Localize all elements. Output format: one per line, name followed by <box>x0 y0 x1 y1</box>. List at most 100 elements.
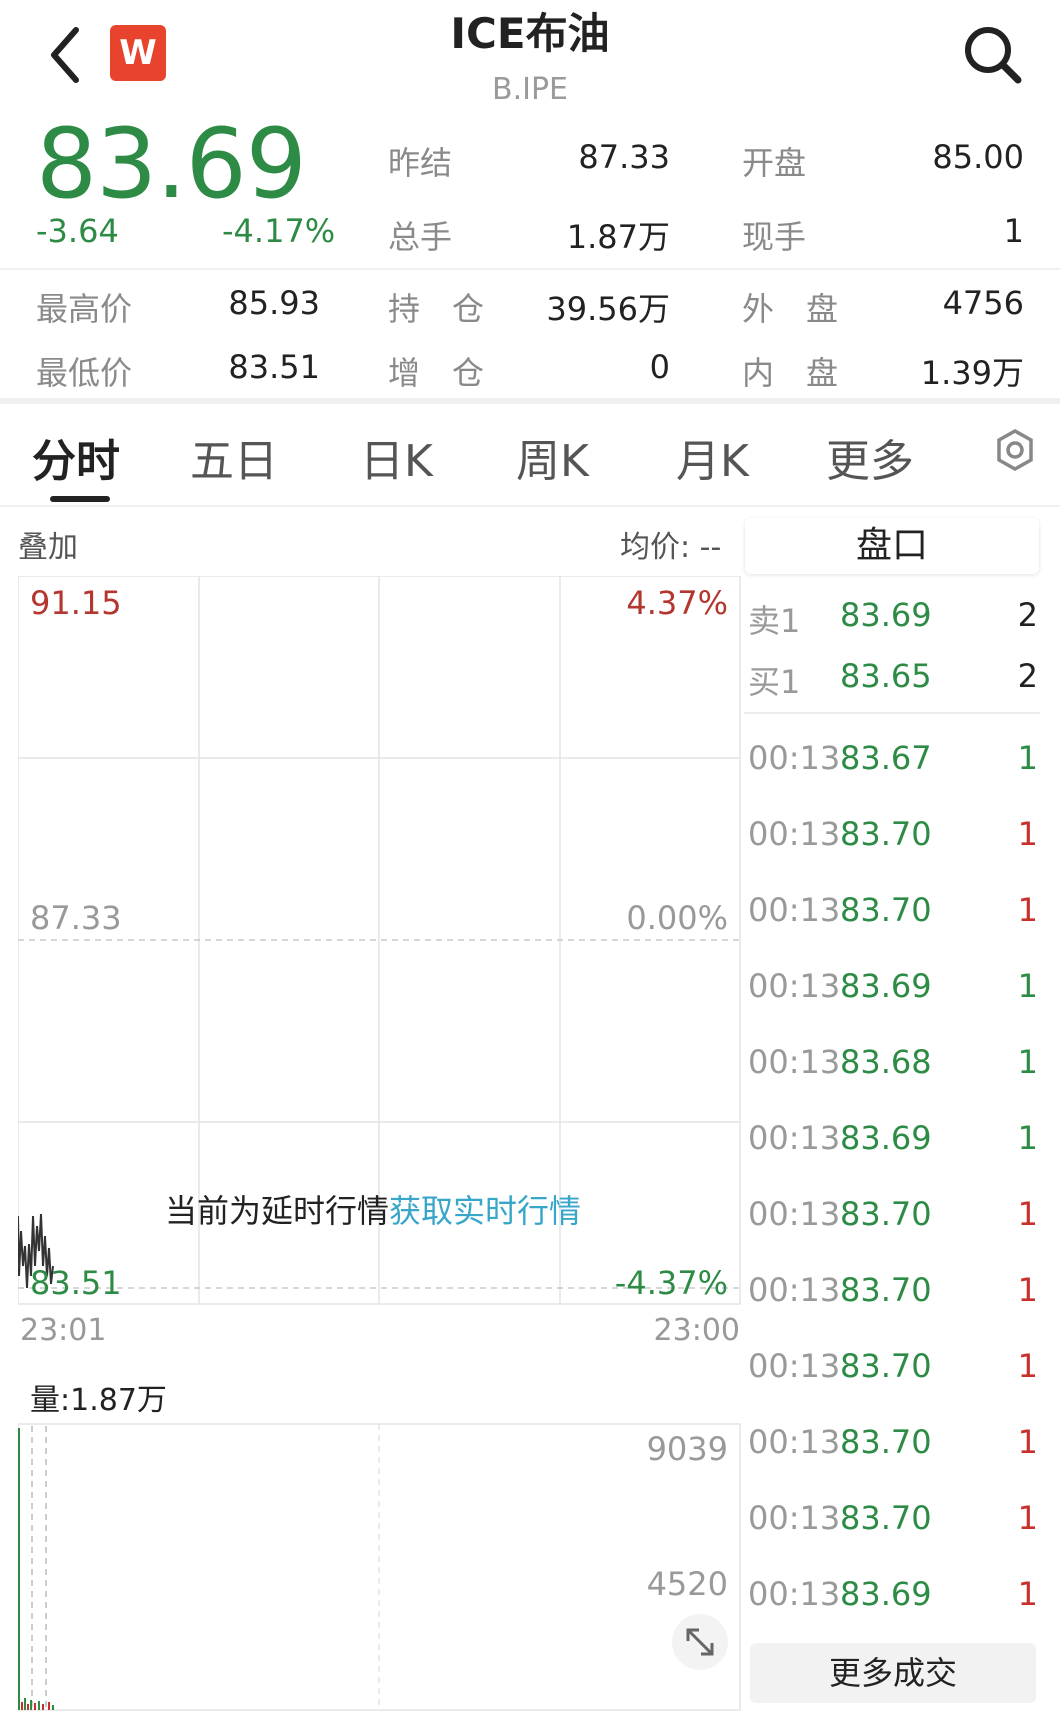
chart-settings-button[interactable] <box>993 428 1037 472</box>
trade-row: 00:13 83.70 1 <box>748 1195 1038 1255</box>
price-max-label: 91.15 <box>30 584 122 622</box>
trade-volume: 1 <box>1017 815 1038 853</box>
tab-five-day[interactable]: 五日 <box>190 425 278 489</box>
stat-label: 昨结 <box>388 144 453 182</box>
symbol-code: B.IPE <box>491 72 568 107</box>
search-button[interactable] <box>960 22 1026 88</box>
price-min-label: 83.51 <box>30 1264 122 1302</box>
chevron-left-icon <box>51 27 79 83</box>
pct-max-label: 4.37% <box>626 584 728 622</box>
trade-time: 00:13 <box>748 1119 841 1157</box>
trade-volume: 1 <box>1017 1119 1038 1157</box>
ask-price: 83.69 <box>840 596 932 634</box>
trade-time: 00:13 <box>748 1195 841 1233</box>
trade-volume: 1 <box>1017 1271 1038 1309</box>
stat-value: 83.51 <box>228 348 320 386</box>
divider <box>744 712 1040 714</box>
stat-label: 最低价 <box>36 354 133 392</box>
bid-volume: 2 <box>1017 657 1038 695</box>
time-start-label: 23:01 <box>20 1313 107 1348</box>
trade-time: 00:13 <box>748 739 841 777</box>
pct-min-label: -4.37% <box>614 1264 728 1302</box>
trade-price: 83.68 <box>840 1043 932 1081</box>
stat-value: 39.56万 <box>546 290 670 328</box>
trade-volume: 1 <box>1017 1347 1038 1385</box>
trade-row: 00:13 83.70 1 <box>748 1423 1038 1483</box>
trade-row: 00:13 83.68 1 <box>748 1043 1038 1103</box>
divider <box>0 268 1060 270</box>
tab-weekly-k[interactable]: 周K <box>516 425 589 489</box>
stat-value: 1 <box>1003 212 1024 250</box>
ask-row: 卖1 83.69 2 <box>748 596 1038 656</box>
tab-monthly-k[interactable]: 月K <box>676 425 749 489</box>
trade-time: 00:13 <box>748 1347 841 1385</box>
trade-row: 00:13 83.70 1 <box>748 1271 1038 1331</box>
trade-price: 83.67 <box>840 739 932 777</box>
overlay-button[interactable]: 叠加 <box>18 522 78 566</box>
trade-time: 00:13 <box>748 891 841 929</box>
stat-label: 总手 <box>388 218 453 256</box>
time-end-label: 23:00 <box>653 1313 740 1348</box>
order-book-tab[interactable]: 盘口 <box>745 518 1039 574</box>
trade-volume: 1 <box>1017 1575 1038 1613</box>
intraday-chart[interactable] <box>18 576 742 1712</box>
trade-price: 83.70 <box>840 891 932 929</box>
settings-icon <box>997 428 1033 472</box>
stat-label: 现手 <box>742 218 807 256</box>
trade-price: 83.70 <box>840 1499 932 1537</box>
trade-price: 83.70 <box>840 1195 932 1233</box>
stat-value: 0 <box>649 348 670 386</box>
tab-daily-k[interactable]: 日K <box>360 425 433 489</box>
bid-price: 83.65 <box>840 657 932 695</box>
trade-time: 00:13 <box>748 1271 841 1309</box>
trade-row: 00:13 83.69 1 <box>748 1119 1038 1179</box>
trade-row: 00:13 83.70 1 <box>748 815 1038 875</box>
trade-row: 00:13 83.70 1 <box>748 1499 1038 1559</box>
expand-chart-button[interactable] <box>672 1614 728 1670</box>
delay-notice-text: 当前为延时行情 <box>165 1192 390 1230</box>
volume-mid-label: 4520 <box>646 1565 728 1603</box>
trade-row: 00:13 83.69 1 <box>748 1575 1038 1635</box>
ask-label: 卖1 <box>748 602 801 640</box>
trade-price: 83.69 <box>840 1119 932 1157</box>
realtime-quote-link[interactable]: 获取实时行情 <box>389 1192 581 1230</box>
stat-value: 1.87万 <box>566 218 670 256</box>
back-button[interactable] <box>42 20 92 90</box>
trade-volume: 1 <box>1017 1195 1038 1233</box>
trade-time: 00:13 <box>748 1499 841 1537</box>
stat-value: 87.33 <box>578 138 670 176</box>
trade-volume: 1 <box>1017 1499 1038 1537</box>
stat-label: 外 盘 <box>742 290 839 328</box>
trade-price: 83.70 <box>840 1271 932 1309</box>
trade-volume: 1 <box>1017 1423 1038 1461</box>
stat-label: 最高价 <box>36 290 133 328</box>
delay-notice: 当前为延时行情获取实时行情 <box>165 1186 581 1232</box>
trade-time: 00:13 <box>748 815 841 853</box>
trade-time: 00:13 <box>748 1423 841 1461</box>
trade-volume: 1 <box>1017 967 1038 1005</box>
price-ref-label: 87.33 <box>30 899 122 937</box>
trade-time: 00:13 <box>748 1575 841 1613</box>
last-price: 83.69 <box>36 108 307 220</box>
avg-price-label: 均价: -- <box>620 530 722 565</box>
price-change-percent: -4.17% <box>222 212 336 250</box>
stat-label: 开盘 <box>742 144 807 182</box>
stat-label: 内 盘 <box>742 354 839 392</box>
more-trades-button[interactable]: 更多成交 <box>750 1643 1036 1703</box>
trade-volume: 1 <box>1017 739 1038 777</box>
stat-value: 85.00 <box>932 138 1024 176</box>
stat-value: 1.39万 <box>920 354 1024 392</box>
trade-time: 00:13 <box>748 1043 841 1081</box>
stat-label: 增 仓 <box>388 354 485 392</box>
trade-price: 83.69 <box>840 967 932 1005</box>
tab-more[interactable]: 更多 <box>826 425 914 489</box>
trade-time: 00:13 <box>748 967 841 1005</box>
pct-ref-label: 0.00% <box>626 899 728 937</box>
price-change: -3.64 <box>36 212 119 250</box>
trade-volume: 1 <box>1017 891 1038 929</box>
tab-intraday[interactable]: 分时 <box>32 425 120 489</box>
volume-label: 量:1.87万 <box>30 1383 167 1418</box>
trade-price: 83.69 <box>840 1575 932 1613</box>
trade-price: 83.70 <box>840 1347 932 1385</box>
volume-max-label: 9039 <box>646 1430 728 1468</box>
